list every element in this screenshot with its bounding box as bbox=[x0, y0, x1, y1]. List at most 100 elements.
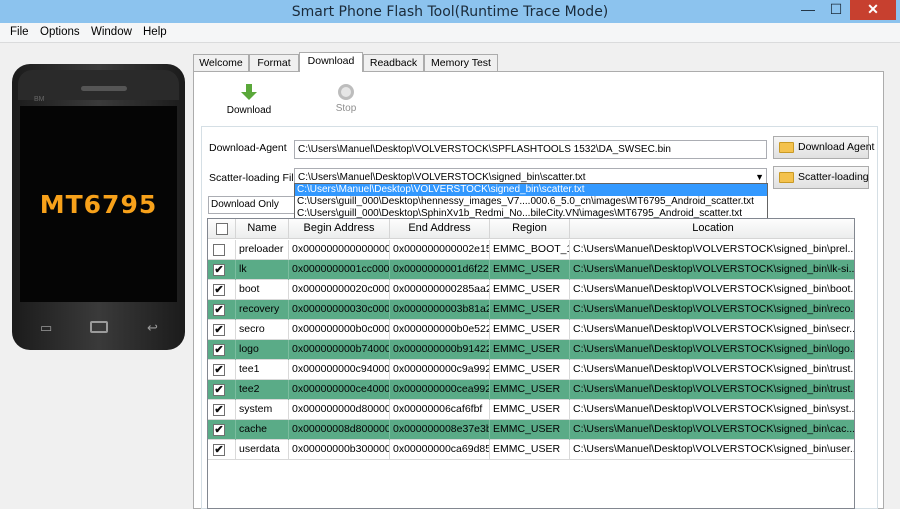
home-key-icon bbox=[90, 321, 108, 333]
table-row[interactable]: ✔ system 0x000000000d800000 0x00000006caf6f… bbox=[208, 400, 855, 420]
table-row[interactable]: ✔ logo 0x000000000b740000 0x000000000b91422… bbox=[208, 340, 855, 360]
chip-label: MT6795 bbox=[39, 190, 158, 219]
name-cell: system bbox=[236, 400, 289, 420]
maximize-button[interactable]: ☐ bbox=[822, 0, 850, 20]
name-cell: secro bbox=[236, 320, 289, 340]
scatter-label: Scatter-loading File bbox=[209, 172, 300, 184]
partition-table: Name Begin Address End Address Region Lo… bbox=[207, 218, 855, 509]
select-all-checkbox[interactable] bbox=[216, 223, 228, 235]
row-checkbox[interactable]: ✔ bbox=[213, 424, 225, 436]
close-button[interactable]: ✕ bbox=[850, 0, 896, 20]
column-header-begin[interactable]: Begin Address bbox=[289, 219, 390, 239]
download-agent-label: Download-Agent bbox=[209, 142, 287, 154]
location-cell: C:\Users\Manuel\Desktop\VOLVERSTOCK\sign… bbox=[573, 303, 855, 315]
region-cell: EMMC_USER bbox=[490, 360, 570, 380]
menu-window[interactable]: Window bbox=[91, 26, 132, 38]
scatter-option[interactable]: C:\Users\guill_000\Desktop\hennessy_imag… bbox=[295, 196, 767, 208]
table-row[interactable]: ✔ boot 0x00000000020c0000 0x000000000285aa2… bbox=[208, 280, 854, 300]
checkbox-cell: ✔ bbox=[208, 400, 236, 420]
location-cell: C:\Users\Manuel\Desktop\VOLVERSTOCK\sign… bbox=[573, 343, 855, 355]
table-row[interactable]: ✔ cache 0x00000008d800000 0x000000008e37e3b… bbox=[208, 420, 855, 440]
column-header-end[interactable]: End Address bbox=[390, 219, 490, 239]
table-row[interactable]: ✔ tee1 0x000000000c940000 0x000000000c9a992… bbox=[208, 360, 855, 380]
row-checkbox[interactable]: ✔ bbox=[213, 364, 225, 376]
minimize-button[interactable]: — bbox=[794, 0, 822, 20]
end-address-cell: 0x000000000285aa2b bbox=[390, 280, 490, 300]
column-header-location[interactable]: Location bbox=[570, 219, 854, 239]
location-cell: C:\Users\Manuel\Desktop\VOLVERSTOCK\sign… bbox=[573, 403, 855, 415]
end-address-cell: 0x000000000c9a992b bbox=[390, 360, 490, 380]
location-cell: C:\Users\Manuel\Desktop\VOLVERSTOCK\sign… bbox=[573, 323, 855, 335]
phone-brand: BM bbox=[34, 96, 45, 103]
begin-address-cell: 0x000000000c940000 bbox=[289, 360, 390, 380]
row-checkbox[interactable] bbox=[213, 244, 225, 256]
end-address-cell: 0x000000000002e153 bbox=[390, 240, 490, 260]
folder-icon bbox=[779, 142, 794, 153]
phone-keys: ▭ ↩ bbox=[20, 314, 177, 340]
region-cell: EMMC_USER bbox=[490, 260, 570, 280]
download-agent-button[interactable]: Download Agent bbox=[773, 136, 874, 159]
table-row[interactable]: ✔ lk 0x0000000001cc0000 0x0000000001d6f22b E… bbox=[208, 260, 855, 280]
table-row[interactable]: ✔ userdata 0x00000000b3000000 0x00000000ca6… bbox=[208, 440, 854, 460]
tab-memory-test[interactable]: Memory Test bbox=[424, 54, 498, 71]
download-agent-field[interactable]: C:\Users\Manuel\Desktop\VOLVERSTOCK\SPFL… bbox=[294, 140, 767, 159]
table-row[interactable]: preloader 0x0000000000000000 0x00000000000… bbox=[208, 240, 854, 260]
location-cell: C:\Users\Manuel\Desktop\VOLVERSTOCK\sign… bbox=[573, 423, 855, 435]
phone-illustration: BM MT6795 ▭ ↩ bbox=[12, 64, 185, 350]
tab-format[interactable]: Format bbox=[249, 54, 299, 71]
menu-key-icon: ▭ bbox=[40, 320, 53, 335]
checkbox-cell: ✔ bbox=[208, 360, 236, 380]
table-row[interactable]: ✔ recovery 0x00000000030c0000 0x0000000003b… bbox=[208, 300, 855, 320]
region-cell: EMMC_BOOT_1 bbox=[490, 240, 570, 260]
name-cell: logo bbox=[236, 340, 289, 360]
end-address-cell: 0x000000008e37e3b7 bbox=[390, 420, 490, 440]
checkbox-cell: ✔ bbox=[208, 300, 236, 320]
menu-file[interactable]: File bbox=[10, 26, 29, 38]
chevron-down-icon[interactable]: ▼ bbox=[755, 172, 764, 182]
window-title: Smart Phone Flash Tool(Runtime Trace Mod… bbox=[291, 4, 609, 20]
row-checkbox[interactable]: ✔ bbox=[213, 404, 225, 416]
download-button[interactable]: Download bbox=[221, 84, 277, 116]
end-address-cell: 0x00000000ca69d85b bbox=[390, 440, 490, 460]
stop-button[interactable]: Stop bbox=[326, 84, 366, 114]
tab-welcome[interactable]: Welcome bbox=[193, 54, 249, 71]
name-cell: lk bbox=[236, 260, 289, 280]
title-bar: Smart Phone Flash Tool(Runtime Trace Mod… bbox=[0, 0, 900, 23]
name-cell: userdata bbox=[236, 440, 289, 460]
row-checkbox[interactable]: ✔ bbox=[213, 444, 225, 456]
scatter-dropdown-list: C:\Users\Manuel\Desktop\VOLVERSTOCK\sign… bbox=[294, 183, 768, 220]
location-cell: C:\Users\Manuel\Desktop\VOLVERSTOCK\sign… bbox=[573, 263, 855, 275]
region-cell: EMMC_USER bbox=[490, 300, 570, 320]
end-address-cell: 0x000000000cea992b bbox=[390, 380, 490, 400]
table-row[interactable]: ✔ tee2 0x000000000ce40000 0x000000000cea992… bbox=[208, 380, 855, 400]
region-cell: EMMC_USER bbox=[490, 440, 570, 460]
row-checkbox[interactable]: ✔ bbox=[213, 344, 225, 356]
tab-readback[interactable]: Readback bbox=[363, 54, 424, 71]
region-cell: EMMC_USER bbox=[490, 340, 570, 360]
row-checkbox[interactable]: ✔ bbox=[213, 264, 225, 276]
scatter-loading-button[interactable]: Scatter-loading bbox=[773, 166, 869, 189]
row-checkbox[interactable]: ✔ bbox=[213, 304, 225, 316]
name-cell: tee1 bbox=[236, 360, 289, 380]
stop-label: Stop bbox=[335, 103, 357, 114]
table-row[interactable]: ✔ secro 0x000000000b0c0000 0x000000000b0e52… bbox=[208, 320, 855, 340]
header-checkbox-cell bbox=[208, 219, 236, 239]
region-cell: EMMC_USER bbox=[490, 320, 570, 340]
menu-help[interactable]: Help bbox=[143, 26, 167, 38]
location-cell: C:\Users\Manuel\Desktop\VOLVERSTOCK\sign… bbox=[573, 383, 855, 395]
begin-address-cell: 0x00000008d800000 bbox=[289, 420, 390, 440]
begin-address-cell: 0x000000000b0c0000 bbox=[289, 320, 390, 340]
row-checkbox[interactable]: ✔ bbox=[213, 384, 225, 396]
region-cell: EMMC_USER bbox=[490, 400, 570, 420]
name-cell: tee2 bbox=[236, 380, 289, 400]
name-cell: boot bbox=[236, 280, 289, 300]
column-header-name[interactable]: Name bbox=[236, 219, 289, 239]
scatter-option[interactable]: C:\Users\Manuel\Desktop\VOLVERSTOCK\sign… bbox=[295, 184, 767, 196]
column-header-region[interactable]: Region bbox=[490, 219, 570, 239]
tab-download[interactable]: Download bbox=[299, 52, 363, 72]
download-mode-select[interactable]: Download Only bbox=[208, 196, 296, 214]
row-checkbox[interactable]: ✔ bbox=[213, 284, 225, 296]
row-checkbox[interactable]: ✔ bbox=[213, 324, 225, 336]
menu-options[interactable]: Options bbox=[40, 26, 80, 38]
location-cell: C:\Users\Manuel\Desktop\VOLVERSTOCK\sign… bbox=[573, 363, 855, 375]
